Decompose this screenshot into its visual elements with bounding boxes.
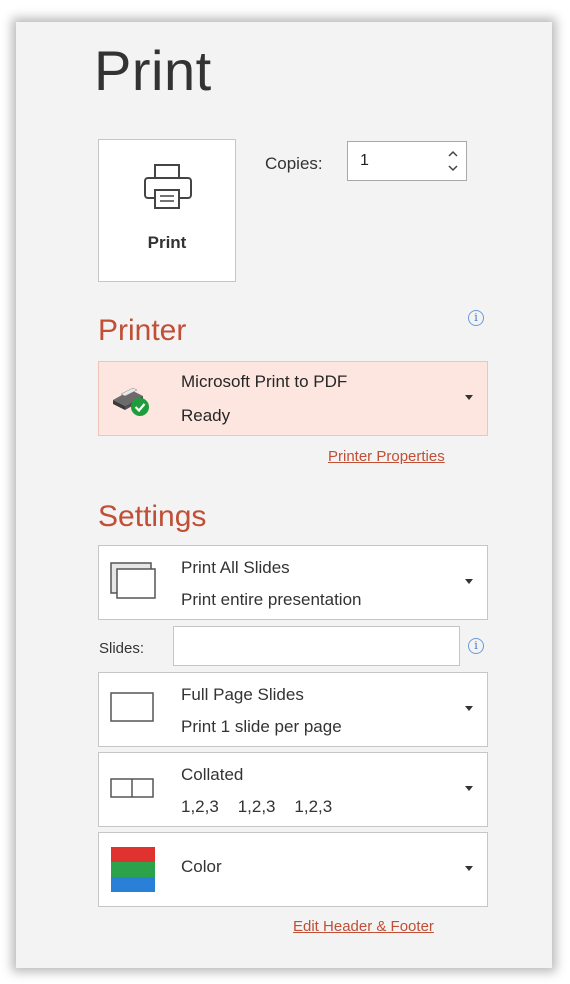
print-button-label: Print bbox=[147, 233, 187, 252]
chevron-down-icon bbox=[465, 786, 473, 791]
print-scope-title: Print All Slides bbox=[181, 558, 290, 577]
printer-ready-icon bbox=[109, 380, 153, 425]
color-title: Color bbox=[181, 857, 222, 876]
collated-icon bbox=[107, 773, 159, 808]
print-scope-subtitle: Print entire presentation bbox=[181, 590, 362, 609]
printer-name: Microsoft Print to PDF bbox=[181, 372, 348, 391]
full-page-slide-icon bbox=[107, 689, 159, 730]
printer-icon bbox=[141, 162, 195, 217]
chevron-down-icon bbox=[465, 395, 473, 400]
color-dropdown[interactable]: Color bbox=[98, 832, 488, 907]
chevron-down-icon bbox=[465, 706, 473, 711]
info-icon[interactable]: i bbox=[468, 310, 484, 326]
collation-title: Collated bbox=[181, 765, 244, 784]
chevron-down-icon bbox=[465, 866, 473, 871]
slides-input[interactable] bbox=[173, 626, 460, 666]
collation-subtitle: 1,2,3 1,2,3 1,2,3 bbox=[181, 797, 333, 816]
printer-status: Ready bbox=[181, 406, 231, 425]
slides-label: Slides: bbox=[99, 640, 145, 657]
layout-title: Full Page Slides bbox=[181, 685, 304, 704]
all-slides-icon bbox=[107, 558, 159, 607]
printer-properties-link[interactable]: Printer Properties bbox=[328, 448, 445, 465]
print-button[interactable]: Print bbox=[98, 139, 236, 282]
collation-dropdown[interactable]: Collated 1,2,3 1,2,3 1,2,3 bbox=[98, 752, 488, 827]
spin-arrows-icon[interactable] bbox=[446, 146, 460, 176]
copies-label: Copies: bbox=[265, 154, 323, 173]
printer-dropdown[interactable]: Microsoft Print to PDF Ready bbox=[98, 361, 488, 436]
print-scope-dropdown[interactable]: Print All Slides Print entire presentati… bbox=[98, 545, 488, 620]
chevron-down-icon bbox=[465, 579, 473, 584]
info-icon[interactable]: i bbox=[468, 638, 484, 654]
copies-value: 1 bbox=[360, 152, 369, 169]
settings-heading: Settings bbox=[98, 500, 207, 533]
page-title: Print bbox=[94, 39, 212, 102]
copies-stepper[interactable]: 1 bbox=[347, 141, 467, 181]
printer-heading: Printer bbox=[98, 314, 187, 347]
layout-subtitle: Print 1 slide per page bbox=[181, 717, 342, 736]
layout-dropdown[interactable]: Full Page Slides Print 1 slide per page bbox=[98, 672, 488, 747]
edit-header-footer-link[interactable]: Edit Header & Footer bbox=[293, 918, 434, 935]
color-icon bbox=[107, 847, 159, 898]
